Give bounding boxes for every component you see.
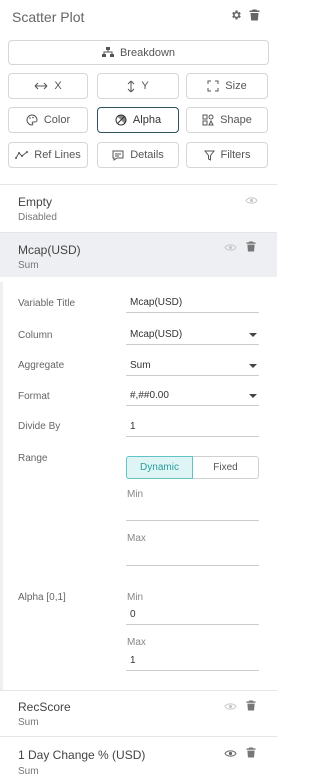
- filter-icon: [203, 150, 215, 161]
- chevron-down-icon: [249, 364, 257, 368]
- format-value: #,##0.00: [130, 390, 169, 401]
- variable-title-label: Variable Title: [18, 298, 76, 309]
- breakdown-label: Breakdown: [119, 46, 176, 59]
- y-label: Y: [141, 80, 149, 92]
- alpha-label: Alpha: [132, 114, 162, 126]
- alpha-min-input[interactable]: 0: [126, 605, 259, 625]
- format-select[interactable]: #,##0.00: [126, 386, 259, 406]
- column-select[interactable]: Mcap(USD): [126, 325, 259, 345]
- settings-indent-bar: [0, 282, 3, 690]
- alpha-max-label: Max: [127, 637, 146, 648]
- comment-icon: [112, 150, 124, 161]
- aggregate-label: Aggregate: [18, 360, 65, 371]
- panel-title: Scatter Plot: [12, 9, 85, 25]
- palette-icon: [26, 114, 38, 126]
- vertical-arrows-icon: [127, 80, 135, 92]
- filters-label: Filters: [220, 149, 251, 161]
- breakdown-button[interactable]: Breakdown: [8, 40, 269, 65]
- variable-day-change-sub: Sum: [18, 766, 39, 777]
- column-value: Mcap(USD): [130, 329, 183, 340]
- y-button[interactable]: Y: [97, 73, 179, 99]
- size-button[interactable]: Size: [186, 73, 268, 99]
- ref-lines-button[interactable]: Ref Lines: [8, 142, 88, 168]
- divider: [0, 736, 277, 737]
- range-fixed-toggle[interactable]: Fixed: [193, 456, 259, 479]
- trash-icon[interactable]: [246, 747, 256, 761]
- trash-icon[interactable]: [246, 241, 256, 255]
- divide-by-input[interactable]: 1: [126, 417, 259, 437]
- eye-icon[interactable]: [224, 243, 237, 255]
- eye-icon[interactable]: [224, 702, 237, 714]
- ref-lines-label: Ref Lines: [34, 149, 81, 161]
- format-label: Format: [18, 391, 50, 402]
- shape-button[interactable]: Shape: [186, 107, 268, 133]
- x-label: X: [54, 80, 62, 92]
- range-max-input[interactable]: [126, 546, 259, 566]
- eye-icon[interactable]: [224, 749, 237, 761]
- size-label: Size: [225, 80, 247, 92]
- line-chart-icon: [15, 151, 29, 159]
- details-label: Details: [130, 149, 164, 161]
- range-label: Range: [18, 453, 48, 464]
- opacity-icon: [115, 114, 127, 126]
- divide-by-label: Divide By: [18, 421, 61, 432]
- variable-empty-name: Empty: [18, 195, 53, 209]
- color-button[interactable]: Color: [8, 107, 88, 133]
- hierarchy-icon: [101, 47, 114, 57]
- x-button[interactable]: X: [8, 73, 88, 99]
- range-dynamic-toggle[interactable]: Dynamic: [126, 456, 193, 479]
- color-label: Color: [43, 114, 71, 126]
- alpha-min-label: Min: [127, 592, 144, 603]
- divider: [0, 184, 277, 185]
- column-label: Column: [18, 330, 53, 341]
- range-min-label: Min: [127, 489, 144, 500]
- variable-mcap-sub: Sum: [18, 260, 39, 271]
- filters-button[interactable]: Filters: [186, 142, 268, 168]
- shapes-icon: [202, 114, 214, 126]
- eye-icon[interactable]: [245, 196, 258, 208]
- divider: [0, 690, 277, 691]
- variable-empty-sub: Disabled: [18, 212, 57, 223]
- gear-icon[interactable]: [230, 9, 244, 23]
- range-max-label: Max: [127, 533, 146, 544]
- shape-label: Shape: [220, 114, 252, 126]
- variable-recscore-sub: Sum: [18, 717, 39, 728]
- trash-icon[interactable]: [246, 700, 256, 714]
- chevron-down-icon: [249, 333, 257, 337]
- alpha-range-label: Alpha [0,1]: [18, 592, 66, 603]
- trash-icon[interactable]: [249, 9, 263, 23]
- horizontal-arrows-icon: [34, 82, 48, 90]
- variable-day-change-name: 1 Day Change % (USD): [18, 748, 146, 762]
- aggregate-value: Sum: [130, 360, 151, 371]
- variable-title-input[interactable]: Mcap(USD): [126, 293, 259, 313]
- variable-recscore-name: RecScore: [18, 700, 71, 714]
- alpha-max-input[interactable]: 1: [126, 651, 259, 671]
- aggregate-select[interactable]: Sum: [126, 356, 259, 376]
- alpha-button[interactable]: Alpha: [97, 107, 179, 133]
- variable-mcap-name: Mcap(USD): [18, 243, 81, 257]
- chevron-down-icon: [249, 394, 257, 398]
- range-min-input[interactable]: [126, 501, 259, 521]
- resize-icon: [207, 80, 219, 92]
- details-button[interactable]: Details: [97, 142, 179, 168]
